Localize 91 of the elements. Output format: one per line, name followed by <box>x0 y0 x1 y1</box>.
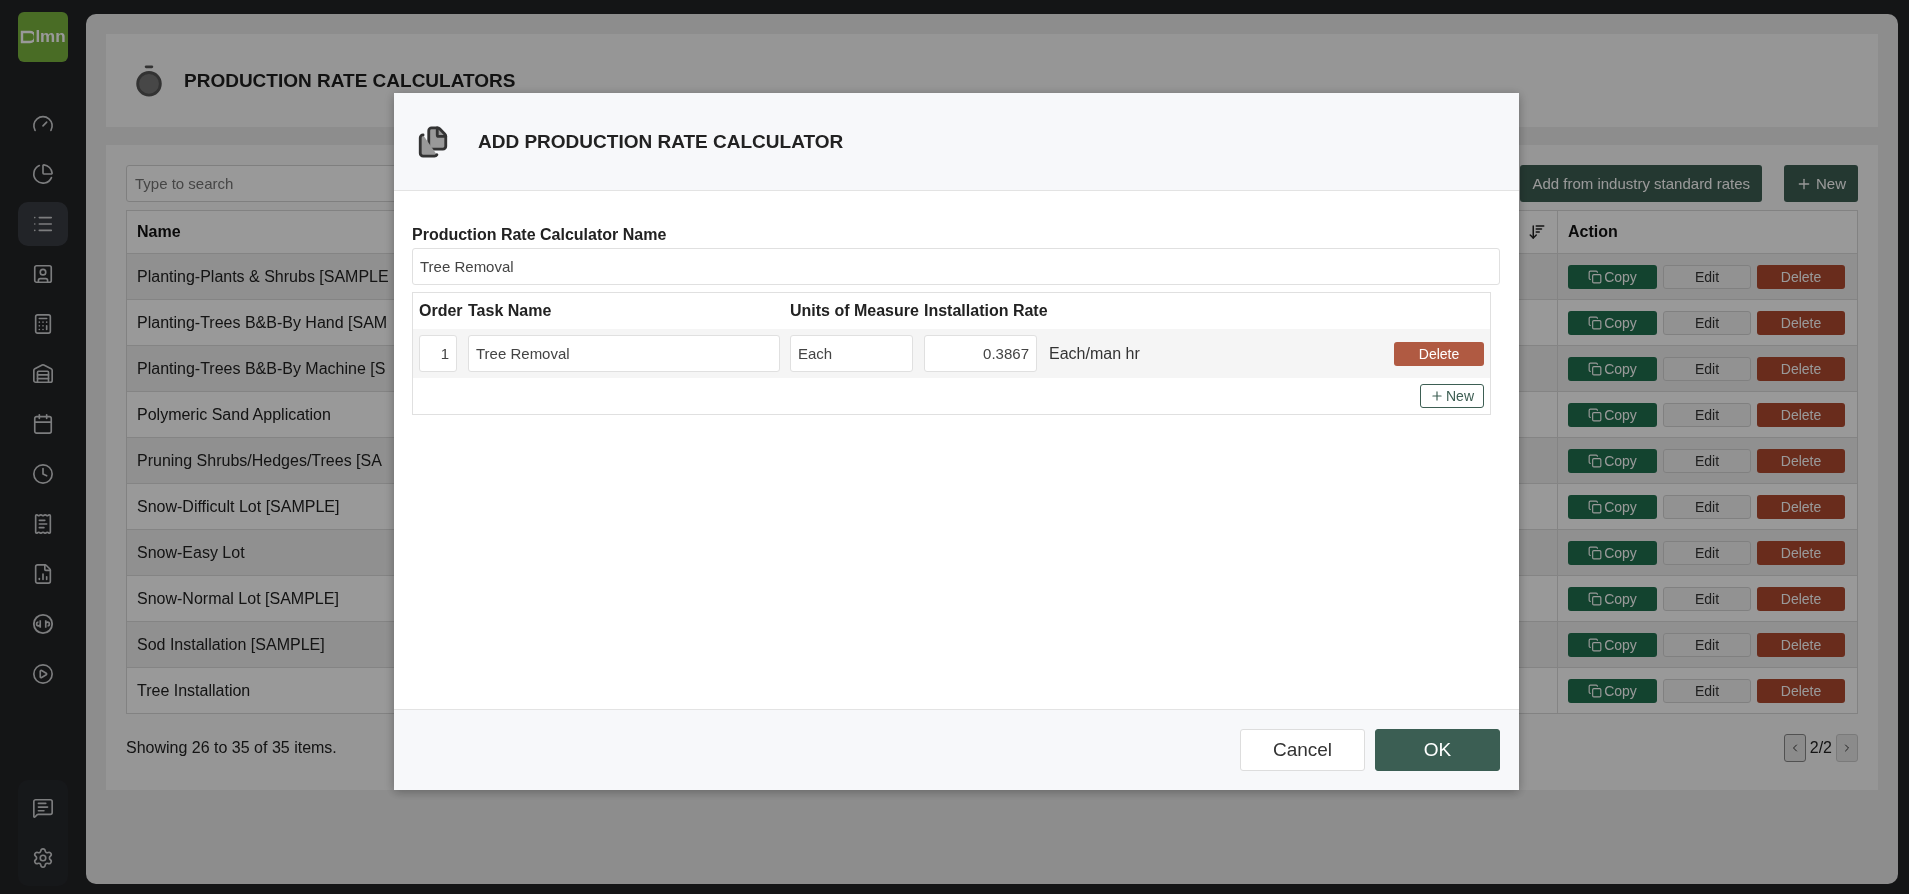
copy-button[interactable]: Copy <box>1568 310 1657 335</box>
delete-button[interactable]: Delete <box>1757 678 1845 703</box>
delete-button[interactable]: Delete <box>1757 264 1845 289</box>
edit-button[interactable]: Edit <box>1663 540 1751 565</box>
task-name-input-field[interactable]: Tree Removal <box>468 335 780 372</box>
edit-button[interactable]: Edit <box>1663 448 1751 473</box>
column-header: Installation Rate <box>924 302 1049 320</box>
delete-button[interactable]: Delete <box>1757 310 1845 335</box>
edit-button[interactable]: Edit <box>1663 264 1751 289</box>
page-indicator: 2/2 <box>1809 739 1832 757</box>
table-cell: Polymeric Sand Application <box>137 405 331 424</box>
edit-button[interactable]: Edit <box>1663 494 1751 519</box>
delete-button[interactable]: Delete <box>1757 402 1845 427</box>
copy-icon <box>1588 315 1603 330</box>
delete-button[interactable]: Delete <box>1757 448 1845 473</box>
logo-mark-icon <box>20 29 35 45</box>
sidebar-item[interactable] <box>18 202 68 246</box>
modal-title: ADD PRODUCTION RATE CALCULATOR <box>478 130 844 153</box>
chart-document-icon <box>32 563 54 585</box>
copy-button[interactable]: Copy <box>1568 632 1657 657</box>
field-label: Production Rate Calculator Name <box>412 226 668 244</box>
table-cell: Planting-Trees B&B-By Hand [SAM <box>137 313 388 332</box>
logo-text: lmn <box>35 27 66 47</box>
new-task-button[interactable]: New <box>1420 384 1484 408</box>
table-cell: Planting-Trees B&B-By Machine [S <box>137 359 386 378</box>
rate-unit-text: Each/man hr <box>1049 344 1140 363</box>
copy-button[interactable]: Copy <box>1568 402 1657 427</box>
table-cell: Pruning Shrubs/Hedges/Trees [SA <box>137 451 382 470</box>
ok-button[interactable]: OK <box>1375 729 1500 771</box>
copy-icon <box>1588 683 1603 698</box>
copy-icon <box>1588 637 1603 652</box>
contact-card-icon <box>32 263 54 285</box>
name-input-field[interactable]: Tree Removal <box>412 248 1500 285</box>
edit-button[interactable]: Edit <box>1663 632 1751 657</box>
copy-button[interactable]: Copy <box>1568 264 1657 289</box>
copy-button[interactable]: Copy <box>1568 540 1657 565</box>
table-cell: Planting-Plants & Shrubs [SAMPLE <box>137 267 389 286</box>
items-summary: Showing 26 to 35 of 35 items. <box>126 739 337 757</box>
column-header: Action <box>1568 223 1618 241</box>
copy-icon <box>1588 591 1603 606</box>
copy-button[interactable]: Copy <box>1568 586 1657 611</box>
calendar-icon <box>32 413 54 435</box>
circle-logo-icon <box>32 613 54 635</box>
new-button[interactable]: New <box>1784 165 1858 202</box>
table-cell: Snow-Normal Lot [SAMPLE] <box>137 589 339 608</box>
add-standard-rates-button[interactable]: Add from industry standard rates <box>1520 165 1762 202</box>
copy-icon <box>1588 269 1603 284</box>
order-input-field[interactable]: 1 <box>419 335 457 372</box>
table-cell: Snow-Difficult Lot [SAMPLE] <box>137 497 340 516</box>
units-input-field[interactable]: Each <box>790 335 913 372</box>
previous-page-button[interactable] <box>1783 734 1806 762</box>
table-cell: Sod Installation [SAMPLE] <box>137 635 325 654</box>
copy-icon <box>1588 499 1603 514</box>
pie-chart-icon <box>32 163 54 185</box>
cancel-button[interactable]: Cancel <box>1240 729 1365 771</box>
copy-button[interactable]: Copy <box>1568 448 1657 473</box>
delete-button[interactable]: Delete <box>1757 632 1845 657</box>
column-header: Units of Measure <box>790 302 920 320</box>
delete-button[interactable]: Delete <box>1757 586 1845 611</box>
settings-icon <box>32 847 54 869</box>
column-header: Name <box>137 223 181 241</box>
play-icon <box>32 663 54 685</box>
delete-button[interactable]: Delete <box>1757 356 1845 381</box>
column-header: Task Name <box>468 302 553 320</box>
table-cell: Snow-Easy Lot <box>137 543 245 562</box>
copy-button[interactable]: Copy <box>1568 356 1657 381</box>
plus-icon <box>1430 389 1444 403</box>
edit-button[interactable]: Edit <box>1663 586 1751 611</box>
garage-icon <box>32 363 54 385</box>
sort-icon[interactable] <box>1528 223 1546 241</box>
copy-icon <box>1588 545 1603 560</box>
delete-button[interactable]: Delete <box>1757 494 1845 519</box>
table-cell: Tree Installation <box>137 681 251 700</box>
edit-button[interactable]: Edit <box>1663 310 1751 335</box>
copy-icon <box>1588 453 1603 468</box>
copy-button[interactable]: Copy <box>1568 678 1657 703</box>
edit-button[interactable]: Edit <box>1663 356 1751 381</box>
copy-icon <box>1588 407 1603 422</box>
page-title: PRODUCTION RATE CALCULATORS <box>184 69 516 92</box>
edit-button[interactable]: Edit <box>1663 402 1751 427</box>
delete-button[interactable]: Delete <box>1394 341 1484 366</box>
help-icon <box>32 797 54 819</box>
documents-icon <box>416 124 450 159</box>
rate-input-field[interactable]: 0.3867 <box>924 335 1037 372</box>
edit-button[interactable]: Edit <box>1663 678 1751 703</box>
clock-icon <box>32 463 54 485</box>
copy-button[interactable]: Copy <box>1568 494 1657 519</box>
delete-button[interactable]: Delete <box>1757 540 1845 565</box>
copy-icon <box>1588 361 1603 376</box>
calculator-icon <box>32 313 54 335</box>
column-header: Order <box>419 302 464 320</box>
